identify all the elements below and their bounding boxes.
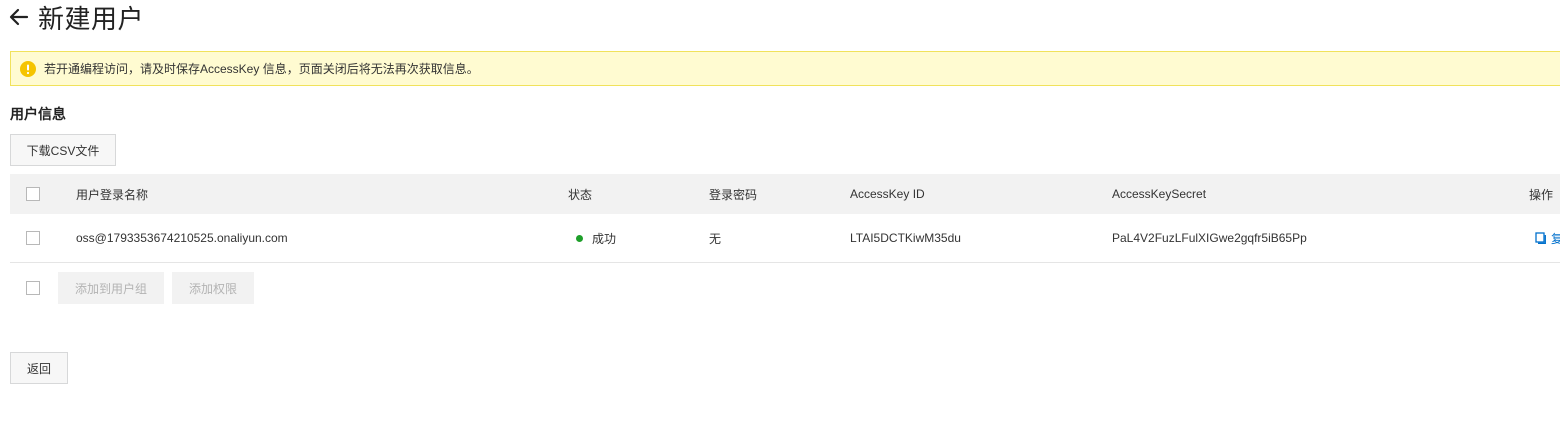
status-success-icon [576, 234, 583, 242]
add-permission-button[interactable]: 添加权限 [172, 272, 254, 304]
column-header-access-key-id: AccessKey ID [850, 187, 925, 201]
bulk-select-cell [26, 264, 40, 312]
user-table: 用户登录名称 状态 登录密码 AccessKey ID AccessKeySec… [10, 174, 1560, 263]
bulk-select-checkbox[interactable] [26, 281, 40, 295]
select-all-cell [26, 174, 40, 214]
column-header-password: 登录密码 [709, 187, 758, 202]
column-header-access-key-secret: AccessKeySecret [1112, 187, 1207, 201]
access-key-secret-cell: PaL4V2FuzLFulXIGwe2gqfr5iB65Pp [1112, 231, 1307, 245]
column-header-actions: 操作 [1529, 187, 1554, 202]
access-key-id-cell: LTAI5DCTKiwM35du [850, 231, 961, 245]
row-checkbox[interactable] [26, 231, 40, 245]
page-title: 新建用户 [38, 3, 145, 34]
table-row: oss@1793353674210525.onaliyun.com 成功 无 L… [10, 214, 1560, 263]
warning-icon [20, 60, 36, 77]
page-header: 新建用户 [8, 0, 144, 34]
back-button[interactable]: 返回 [10, 352, 68, 384]
alert-text: 若开通编程访问，请及时保存AccessKey 信息，页面关闭后将无法再次获取信息… [44, 62, 479, 76]
status-cell: 成功 [576, 214, 616, 262]
copy-icon [1535, 232, 1546, 244]
copy-link-label: 复 [1551, 231, 1560, 246]
warning-alert: 若开通编程访问，请及时保存AccessKey 信息，页面关闭后将无法再次获取信息… [10, 51, 1560, 86]
copy-link[interactable]: 复 [1535, 230, 1560, 247]
select-all-checkbox[interactable] [26, 187, 40, 201]
download-csv-button[interactable]: 下载CSV文件 [10, 134, 116, 166]
row-select-cell [26, 214, 40, 262]
column-header-login-name: 用户登录名称 [76, 187, 149, 202]
password-cell: 无 [709, 231, 722, 246]
add-to-group-button[interactable]: 添加到用户组 [58, 272, 164, 304]
arrow-left-icon[interactable] [8, 6, 30, 28]
login-name-cell: oss@1793353674210525.onaliyun.com [76, 231, 288, 245]
section-title: 用户信息 [10, 106, 66, 122]
action-cell: 复 [1535, 214, 1560, 262]
status-text: 成功 [592, 231, 617, 246]
table-header: 用户登录名称 状态 登录密码 AccessKey ID AccessKeySec… [10, 174, 1560, 214]
column-header-status: 状态 [568, 187, 593, 202]
